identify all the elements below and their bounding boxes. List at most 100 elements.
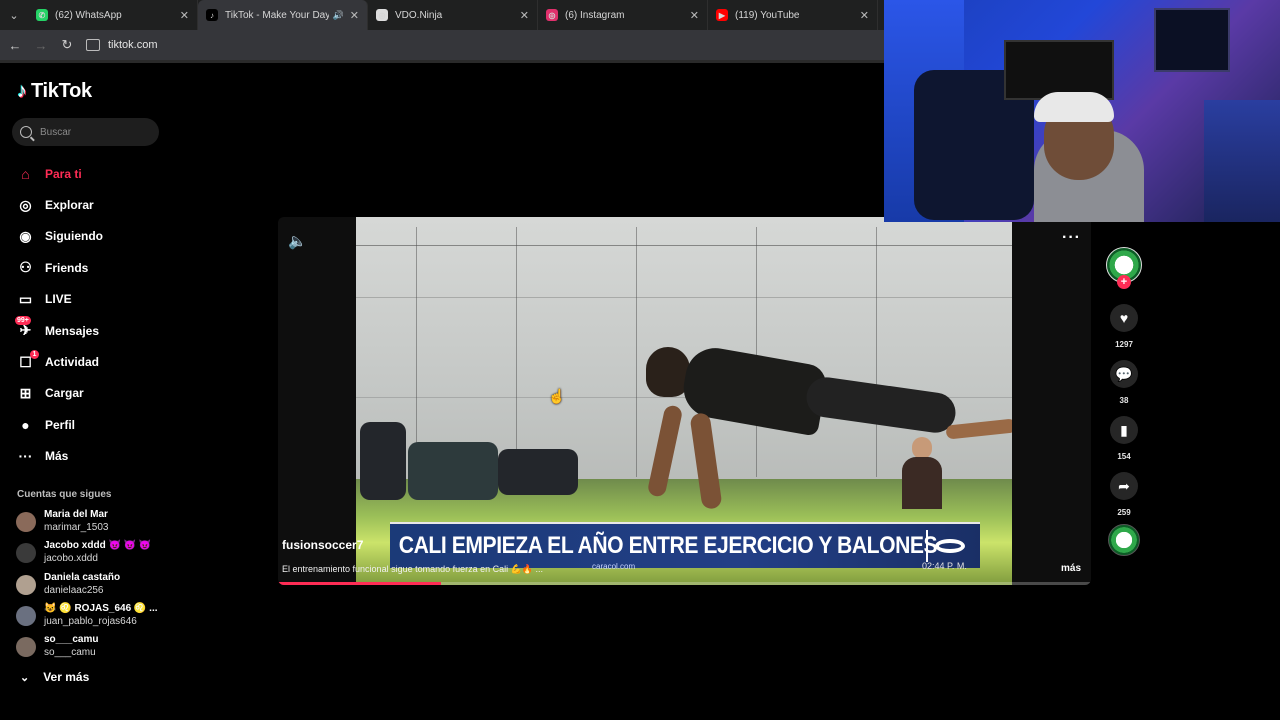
- video-progress-bar[interactable]: [278, 582, 1091, 585]
- followed-account[interactable]: Daniela castaño danielaac256: [16, 572, 120, 597]
- save-button[interactable]: ▮: [1110, 416, 1138, 444]
- comment-button[interactable]: 💬: [1110, 360, 1138, 388]
- account-name: 😺 ♌ ROJAS_646 ♌ ...: [44, 603, 158, 614]
- heart-icon: ♥: [1119, 310, 1129, 326]
- sidebar-item-label: Más: [45, 449, 69, 464]
- tiktok-icon: ♪: [206, 9, 218, 21]
- like-button[interactable]: ♥: [1110, 304, 1138, 332]
- sidebar-item-compass[interactable]: ◎ Explorar: [17, 189, 177, 220]
- net-line: [876, 227, 877, 477]
- followed-account[interactable]: Jacobo xddd 😈 😈 😈 jacobo.xddd: [16, 540, 151, 565]
- share-arrow-icon: ➦: [1118, 477, 1130, 494]
- search-input[interactable]: [40, 126, 150, 138]
- sidebar-item-more[interactable]: ··· Más: [17, 441, 177, 472]
- close-tab-icon[interactable]: ✕: [860, 9, 869, 22]
- sidebar-item-label: Cargar: [45, 386, 84, 401]
- account-handle: jacobo.xddd: [44, 552, 98, 564]
- video-author[interactable]: fusionsoccer7: [282, 538, 363, 552]
- friends-icon: ⚇: [19, 259, 32, 276]
- search-box[interactable]: [12, 118, 159, 146]
- music-disc[interactable]: [1108, 524, 1140, 556]
- video-frame[interactable]: CALI EMPIEZA EL AÑO ENTRE EJERCICIO Y BA…: [356, 217, 1012, 585]
- close-tab-icon[interactable]: ✕: [350, 9, 359, 22]
- home-icon: ⌂: [21, 165, 30, 182]
- sidebar-item-activity[interactable]: ☐ 1 Actividad: [17, 346, 177, 377]
- browser-tab[interactable]: ◎ VDO.Ninja ✕: [368, 0, 538, 30]
- close-tab-icon[interactable]: ✕: [180, 9, 189, 22]
- net-line: [416, 227, 417, 477]
- account-handle: marimar_1503: [44, 521, 109, 533]
- news-lower-third: CALI EMPIEZA EL AÑO ENTRE EJERCICIO Y BA…: [390, 522, 980, 568]
- see-more-button[interactable]: ⌄ Ver más: [20, 670, 89, 684]
- sidebar-item-home[interactable]: ⌂ Para ti: [17, 158, 177, 189]
- monitor: [1004, 40, 1114, 100]
- video-description: El entrenamiento funcional sigue tomando…: [282, 564, 544, 574]
- net-line: [516, 227, 517, 477]
- webcam-overlay: [884, 0, 1280, 222]
- sidebar-item-friends[interactable]: ⚇ Friends: [17, 252, 177, 283]
- close-tab-icon[interactable]: ✕: [690, 9, 699, 22]
- followed-account[interactable]: Maria del Mar marimar_1503: [16, 509, 108, 534]
- avatar: [16, 542, 36, 563]
- sidebar-item-label: Mensajes: [45, 323, 100, 338]
- sidebar-item-label: Friends: [45, 260, 89, 275]
- sidebar-item-label: Actividad: [45, 355, 100, 370]
- account-name: Maria del Mar: [44, 509, 108, 520]
- tab-label: TikTok - Make Your Day: [225, 9, 329, 21]
- news-site: caracol.com: [592, 562, 636, 571]
- sidebar-item-following[interactable]: ◉ Siguiendo: [17, 221, 177, 252]
- progress-fill: [278, 582, 441, 585]
- share-button[interactable]: ➦: [1110, 472, 1138, 500]
- tab-audio-icon[interactable]: 🔊: [333, 10, 344, 21]
- video-player[interactable]: CALI EMPIEZA EL AÑO ENTRE EJERCICIO Y BA…: [278, 217, 1091, 585]
- news-time: 02:44 P. M.: [922, 561, 967, 571]
- close-tab-icon[interactable]: ✕: [520, 9, 529, 22]
- divider: [0, 60, 884, 63]
- description-more-link[interactable]: más: [1061, 563, 1081, 574]
- url-field[interactable]: tiktok.com: [86, 39, 158, 51]
- browser-tab[interactable]: ▶ (119) YouTube ✕: [708, 0, 878, 30]
- browser-tab[interactable]: ◎ (6) Instagram ✕: [538, 0, 708, 30]
- poster: [1154, 8, 1230, 72]
- caracol-logo: [926, 530, 972, 562]
- following-heading: Cuentas que sigues: [17, 489, 112, 500]
- sidebar-item-label: Para ti: [45, 166, 82, 181]
- more-icon: ···: [18, 448, 33, 465]
- sidebar-item-messages[interactable]: ✈ 99+ Mensajes: [15, 315, 177, 346]
- address-bar: ← → ↻ tiktok.com: [0, 30, 884, 60]
- sidebar-item-label: Perfil: [45, 417, 76, 432]
- avatar: [16, 511, 36, 532]
- site-info-icon[interactable]: [86, 39, 100, 51]
- logo-text: TikTok: [31, 80, 92, 102]
- whatsapp-icon: ✆: [36, 9, 48, 21]
- followed-account[interactable]: so___camu so___camu: [16, 634, 98, 659]
- reload-button[interactable]: ↻: [54, 37, 80, 53]
- sidebar-item-upload[interactable]: ⊞ Cargar: [17, 378, 177, 409]
- follow-plus-icon[interactable]: +: [1117, 275, 1131, 289]
- sidebar-item-live[interactable]: ▭ LIVE: [17, 284, 177, 315]
- volume-icon[interactable]: 🔈: [288, 232, 307, 250]
- see-more-label: Ver más: [43, 670, 90, 684]
- account-handle: juan_pablo_rojas646: [44, 615, 137, 627]
- tab-label: (6) Instagram: [565, 9, 625, 21]
- url-text: tiktok.com: [108, 39, 158, 51]
- tiktok-logo[interactable]: ♪ TikTok: [17, 80, 92, 103]
- sidebar-item-profile[interactable]: ● Perfil: [17, 409, 177, 440]
- messages-icon: ✈ 99+: [15, 316, 32, 339]
- forward-button[interactable]: →: [28, 38, 54, 53]
- followed-account[interactable]: 😺 ♌ ROJAS_646 ♌ ... juan_pablo_rojas646: [16, 603, 158, 628]
- instagram-icon: ◎: [546, 9, 558, 21]
- youtube-icon: ▶: [716, 9, 728, 21]
- notification-badge: 1: [30, 349, 39, 359]
- tab-label: (119) YouTube: [735, 9, 800, 21]
- vdoninja-icon: ◎: [376, 9, 388, 21]
- more-options-button[interactable]: ···: [1062, 229, 1081, 247]
- upload-icon: ⊞: [19, 384, 32, 401]
- bookmark-icon: ▮: [1120, 421, 1128, 438]
- browser-tab-strip: ⌄ ✆ (62) WhatsApp ✕ ♪ TikTok - Make Your Day…: [0, 0, 884, 30]
- back-button[interactable]: ←: [2, 38, 28, 53]
- account-name: Daniela castaño: [44, 572, 121, 583]
- browser-tab[interactable]: ✆ (62) WhatsApp ✕: [28, 0, 198, 30]
- browser-tab[interactable]: ♪ TikTok - Make Your Day 🔊 ✕: [198, 0, 368, 30]
- tab-search-button[interactable]: ⌄: [0, 0, 28, 30]
